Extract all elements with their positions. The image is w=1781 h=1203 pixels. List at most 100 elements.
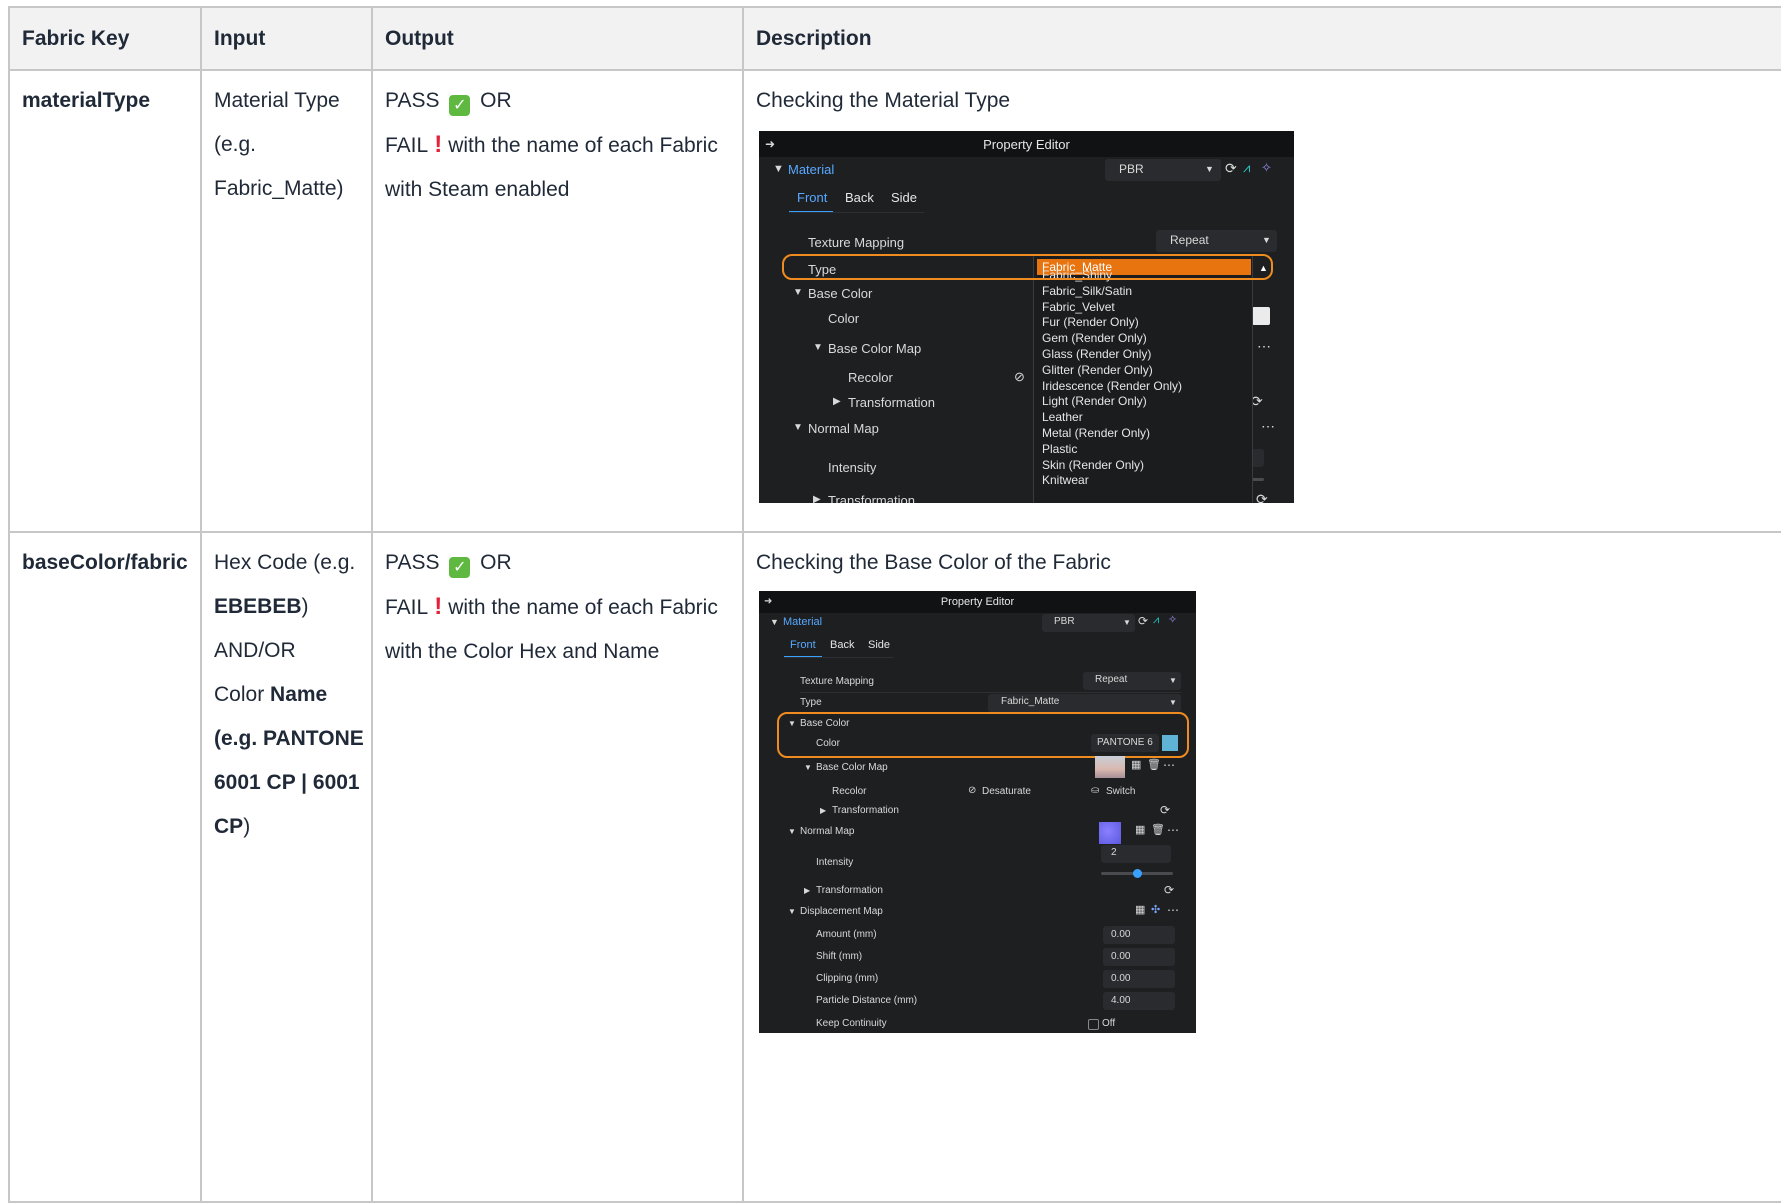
desaturate-icon[interactable]: ⊘	[1014, 370, 1025, 383]
clipping-field[interactable]: 0.00	[1103, 970, 1175, 988]
caret-down-icon: ▼	[788, 827, 796, 836]
tab-side[interactable]: Side	[868, 640, 890, 651]
more-icon[interactable]: ⋯	[1261, 419, 1275, 433]
check-mark-icon: ✓	[449, 557, 471, 578]
shift-field[interactable]: 0.00	[1103, 948, 1175, 966]
chevron-down-icon: ▼	[1169, 676, 1177, 685]
type-option[interactable]: Fur (Render Only)	[1042, 315, 1182, 331]
intensity-label: Intensity	[828, 460, 877, 475]
type-option[interactable]: Gem (Render Only)	[1042, 331, 1182, 347]
tab-front[interactable]: Front	[797, 191, 827, 204]
or-text: OR	[480, 89, 512, 112]
particle-distance-field[interactable]: 4.00	[1103, 992, 1175, 1010]
material-select[interactable]: PBR ▼	[1105, 159, 1221, 181]
type-option[interactable]: Metal (Render Only)	[1042, 426, 1182, 442]
refresh-icon[interactable]: ⟳	[1256, 492, 1268, 503]
more-icon[interactable]: ⋯	[1167, 904, 1179, 916]
grid-icon[interactable]: ▦	[1131, 760, 1141, 771]
refresh-icon[interactable]: ⟳	[1164, 884, 1174, 896]
input-andor: AND/OR	[214, 639, 296, 662]
input-cell: Hex Code (e.g. EBEBEB) AND/OR Color Name…	[200, 531, 373, 1203]
input-line: Fabric_Matte)	[214, 177, 344, 200]
type-option[interactable]: Plastic	[1042, 442, 1182, 458]
base-color-map-label: Base Color Map	[816, 762, 888, 773]
chevron-down-icon: ▼	[1205, 164, 1214, 174]
texture-mapping-value: Repeat	[1095, 674, 1128, 685]
property-editor-title: Property Editor	[983, 137, 1070, 152]
recolor-label: Recolor	[832, 786, 867, 797]
refresh-icon[interactable]: ⟳	[1225, 161, 1237, 175]
wand-icon[interactable]: ✧	[1168, 615, 1177, 626]
tab-back[interactable]: Back	[845, 191, 874, 204]
type-option[interactable]: Glass (Render Only)	[1042, 347, 1182, 363]
type-option[interactable]: Fabric_Silk/Satin	[1042, 284, 1182, 300]
refresh-icon[interactable]: ⟳	[1138, 615, 1148, 627]
type-option[interactable]: Leather	[1042, 410, 1182, 426]
normal-map-thumbnail[interactable]	[1099, 822, 1121, 844]
input-close-paren: )	[243, 815, 251, 838]
output-line: with Steam enabled	[385, 178, 570, 201]
description-cell: Checking the Material Type ➜ Property Ed…	[742, 69, 1781, 533]
texture-mapping-select[interactable]: Repeat ▼	[1156, 230, 1277, 252]
tab-front[interactable]: Front	[790, 640, 816, 651]
amount-value: 0.00	[1111, 929, 1131, 940]
texture-mapping-value: Repeat	[1170, 233, 1209, 247]
sparkle-icon[interactable]: ✣	[1151, 905, 1160, 916]
input-color-label: Color	[214, 683, 265, 706]
intensity-field[interactable]: 2	[1101, 845, 1171, 863]
grid-icon[interactable]: ▦	[1135, 905, 1145, 916]
type-select[interactable]: Fabric_Matte ▼	[988, 694, 1181, 712]
texture-mapping-select[interactable]: Repeat ▼	[1083, 672, 1181, 690]
base-color-highlight-outline	[777, 712, 1189, 758]
header-input: Input	[200, 6, 373, 71]
desaturate-button[interactable]: Desaturate	[982, 787, 1031, 797]
intensity-slider-knob[interactable]	[1133, 869, 1142, 878]
type-option[interactable]: Glitter (Render Only)	[1042, 363, 1182, 379]
amount-field[interactable]: 0.00	[1103, 926, 1175, 944]
amount-label: Amount (mm)	[816, 929, 877, 940]
more-icon[interactable]: ⋯	[1167, 824, 1179, 836]
material-select[interactable]: PBR ▼	[1042, 614, 1135, 632]
fabric-key-cell: materialType	[8, 69, 202, 533]
input-example-cp: CP	[214, 815, 244, 838]
input-name-label: Name	[270, 683, 328, 706]
color-swatch[interactable]	[1252, 307, 1270, 325]
texture-mapping-label: Texture Mapping	[800, 676, 874, 687]
input-example-code: 6001 CP | 6001	[214, 771, 360, 794]
type-option[interactable]: Knitwear	[1042, 473, 1182, 489]
transformation-label: Transformation	[828, 493, 915, 503]
type-option[interactable]: Skin (Render Only)	[1042, 458, 1182, 474]
fabric-key-cell: baseColor/fabric	[8, 531, 202, 1203]
type-option[interactable]: Iridescence (Render Only)	[1042, 379, 1182, 395]
wand-icon[interactable]: ✧	[1261, 161, 1272, 174]
type-option[interactable]: Fabric_Velvet	[1042, 300, 1182, 316]
output-line: with the Color Hex and Name	[385, 640, 660, 663]
description-text: Checking the Material Type	[756, 89, 1011, 112]
base-color-label: Base Color	[808, 286, 873, 301]
trash-icon[interactable]: 🗑	[1147, 760, 1161, 771]
base-color-map-thumbnail[interactable]	[1095, 756, 1125, 778]
exclamation-icon: !	[434, 593, 443, 620]
trash-icon[interactable]: 🗑	[1151, 825, 1165, 836]
shift-value: 0.00	[1111, 951, 1131, 962]
switch-button[interactable]: Switch	[1106, 787, 1135, 797]
more-icon[interactable]: ⋯	[1257, 339, 1271, 353]
desaturate-icon[interactable]: ⊘	[968, 786, 976, 796]
bucket-icon[interactable]: ⛀	[1091, 786, 1099, 796]
description-cell: Checking the Base Color of the Fabric ➜ …	[742, 531, 1781, 1203]
tab-side[interactable]: Side	[891, 191, 917, 204]
transformation-label: Transformation	[832, 805, 899, 816]
transformation-label: Transformation	[816, 885, 883, 896]
intensity-field[interactable]	[1252, 449, 1264, 467]
caret-right-icon: ▶	[804, 886, 811, 895]
refresh-icon[interactable]: ⟳	[1160, 804, 1170, 816]
more-icon[interactable]: ⋯	[1163, 759, 1175, 771]
brush-icon[interactable]: ⩘	[1153, 615, 1159, 626]
input-line: Material Type	[214, 89, 340, 112]
intensity-slider[interactable]	[1252, 478, 1264, 481]
tab-back[interactable]: Back	[830, 640, 854, 651]
grid-icon[interactable]: ▦	[1135, 825, 1145, 836]
keep-continuity-checkbox[interactable]	[1088, 1019, 1099, 1030]
brush-icon[interactable]: ⩘	[1243, 161, 1250, 174]
type-option[interactable]: Light (Render Only)	[1042, 394, 1182, 410]
